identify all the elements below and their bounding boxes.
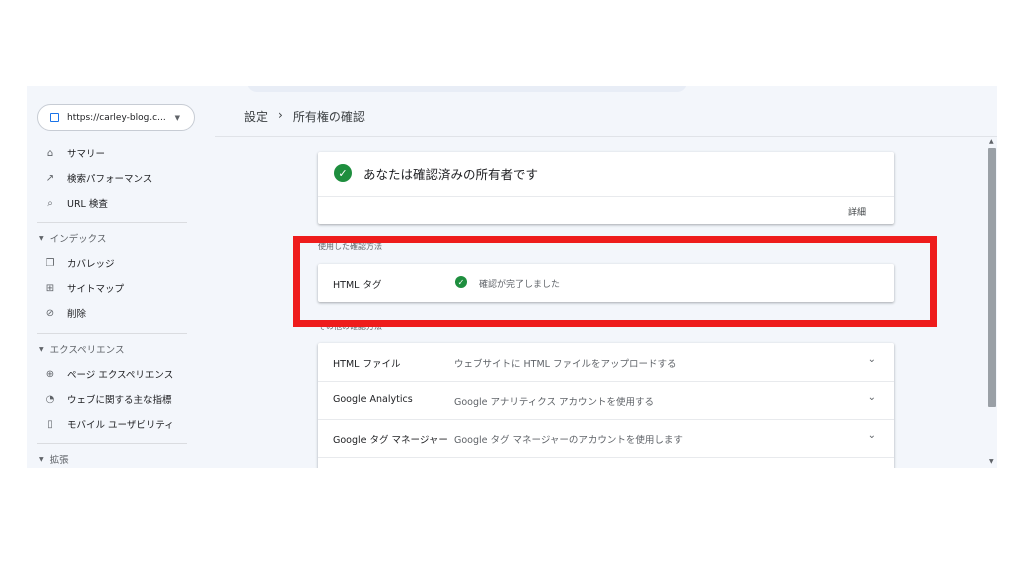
- sidebar-item-label: サマリー: [67, 149, 106, 160]
- chevron-down-icon[interactable]: ⌄: [868, 354, 876, 365]
- caret-down-icon: ▼: [174, 113, 180, 122]
- check-circle-icon: ✓: [334, 164, 352, 182]
- sidebar-item-label: ウェブに関する主な指標: [67, 395, 172, 406]
- eye-off-icon: ⊘: [45, 307, 55, 319]
- section-title: 拡張: [49, 455, 69, 466]
- plus-circle-icon: ⊕: [45, 368, 55, 380]
- chevron-down-icon[interactable]: ⌄: [868, 392, 876, 403]
- sidebar-item-label: ページ エクスペリエンス: [67, 370, 174, 381]
- copy-icon: ❐: [45, 257, 55, 269]
- search-icon: ⌕: [47, 197, 53, 209]
- method-name: HTML ファイル: [333, 359, 401, 370]
- divider: [37, 443, 187, 444]
- sidebar-item-performance[interactable]: ↗ 検索パフォーマンス: [27, 167, 215, 189]
- method-description: Google アナリティクス アカウントを使用する: [454, 397, 654, 408]
- sitemap-icon: ⊞: [45, 282, 55, 294]
- sidebar-item-coverage[interactable]: ❐ カバレッジ: [27, 252, 215, 274]
- owner-status-title: あなたは確認済みの所有者です: [363, 167, 539, 182]
- sidebar-item-label: 削除: [67, 309, 87, 320]
- property-url: https://carley-blog.c...: [67, 112, 166, 123]
- method-row-google-analytics[interactable]: Google Analytics Google アナリティクス アカウントを使用…: [318, 381, 894, 419]
- card-divider: [318, 196, 894, 197]
- phone-icon: ▯: [47, 418, 53, 430]
- property-icon: [50, 113, 59, 122]
- other-methods-card: HTML ファイル ウェブサイトに HTML ファイルをアップロードする ⌄ G…: [318, 343, 894, 468]
- method-row-html-file[interactable]: HTML ファイル ウェブサイトに HTML ファイルをアップロードする ⌄: [318, 343, 894, 381]
- method-name: Google Analytics: [333, 394, 413, 405]
- method-row-tag-manager[interactable]: Google タグ マネージャー Google タグ マネージャーのアカウントを…: [318, 419, 894, 457]
- section-title: エクスペリエンス: [49, 345, 125, 356]
- highlight-box: [293, 236, 937, 327]
- details-link[interactable]: 詳細: [848, 205, 866, 218]
- sidebar-item-label: カバレッジ: [67, 259, 115, 270]
- header-divider: [215, 136, 997, 137]
- triangle-down-icon: ▼: [39, 455, 44, 463]
- breadcrumb-parent[interactable]: 設定: [244, 108, 268, 125]
- owner-card: ✓ あなたは確認済みの所有者です 詳細: [318, 152, 894, 224]
- row-divider: [318, 457, 894, 458]
- sidebar: https://carley-blog.c... ▼ ⌂ サマリー ↗ 検索パフ…: [27, 86, 215, 468]
- page-title: 所有権の確認: [292, 110, 365, 124]
- section-title: インデックス: [49, 234, 107, 245]
- property-selector[interactable]: https://carley-blog.c... ▼: [37, 104, 195, 131]
- triangle-down-icon: ▼: [39, 234, 44, 242]
- gauge-icon: ◔: [45, 393, 55, 405]
- method-name: Google タグ マネージャー: [333, 435, 448, 446]
- sidebar-item-sitemap[interactable]: ⊞ サイトマップ: [27, 277, 215, 299]
- home-icon: ⌂: [46, 147, 54, 159]
- scroll-down-icon[interactable]: ▼: [989, 458, 994, 465]
- divider: [37, 222, 187, 223]
- scroll-up-icon[interactable]: ▲: [989, 138, 994, 145]
- divider: [37, 333, 187, 334]
- search-bar-edge[interactable]: [247, 86, 687, 92]
- sidebar-item-label: モバイル ユーザビリティ: [67, 420, 174, 431]
- section-index[interactable]: ▼ インデックス: [27, 229, 215, 247]
- chevron-down-icon[interactable]: ⌄: [868, 430, 876, 441]
- sidebar-item-core-web-vitals[interactable]: ◔ ウェブに関する主な指標: [27, 388, 215, 410]
- triangle-down-icon: ▼: [39, 345, 44, 353]
- sidebar-item-url-inspection[interactable]: ⌕ URL 検査: [27, 192, 215, 214]
- sidebar-item-label: 検索パフォーマンス: [67, 174, 153, 185]
- breadcrumb-separator-icon: ›: [278, 108, 283, 122]
- sidebar-item-page-experience[interactable]: ⊕ ページ エクスペリエンス: [27, 363, 215, 385]
- method-description: ウェブサイトに HTML ファイルをアップロードする: [454, 359, 677, 370]
- section-experience[interactable]: ▼ エクスペリエンス: [27, 340, 215, 358]
- breadcrumb: 設定 › 所有権の確認: [244, 108, 365, 125]
- sidebar-item-mobile-usability[interactable]: ▯ モバイル ユーザビリティ: [27, 413, 215, 435]
- scrollbar-thumb[interactable]: [988, 148, 996, 407]
- sidebar-item-label: サイトマップ: [67, 284, 125, 295]
- sidebar-item-label: URL 検査: [67, 199, 108, 210]
- method-description: Google タグ マネージャーのアカウントを使用します: [454, 435, 683, 446]
- sidebar-item-removals[interactable]: ⊘ 削除: [27, 302, 215, 324]
- sidebar-item-summary[interactable]: ⌂ サマリー: [27, 142, 215, 164]
- section-enhancements[interactable]: ▼ 拡張: [27, 450, 215, 468]
- trending-icon: ↗: [45, 172, 55, 184]
